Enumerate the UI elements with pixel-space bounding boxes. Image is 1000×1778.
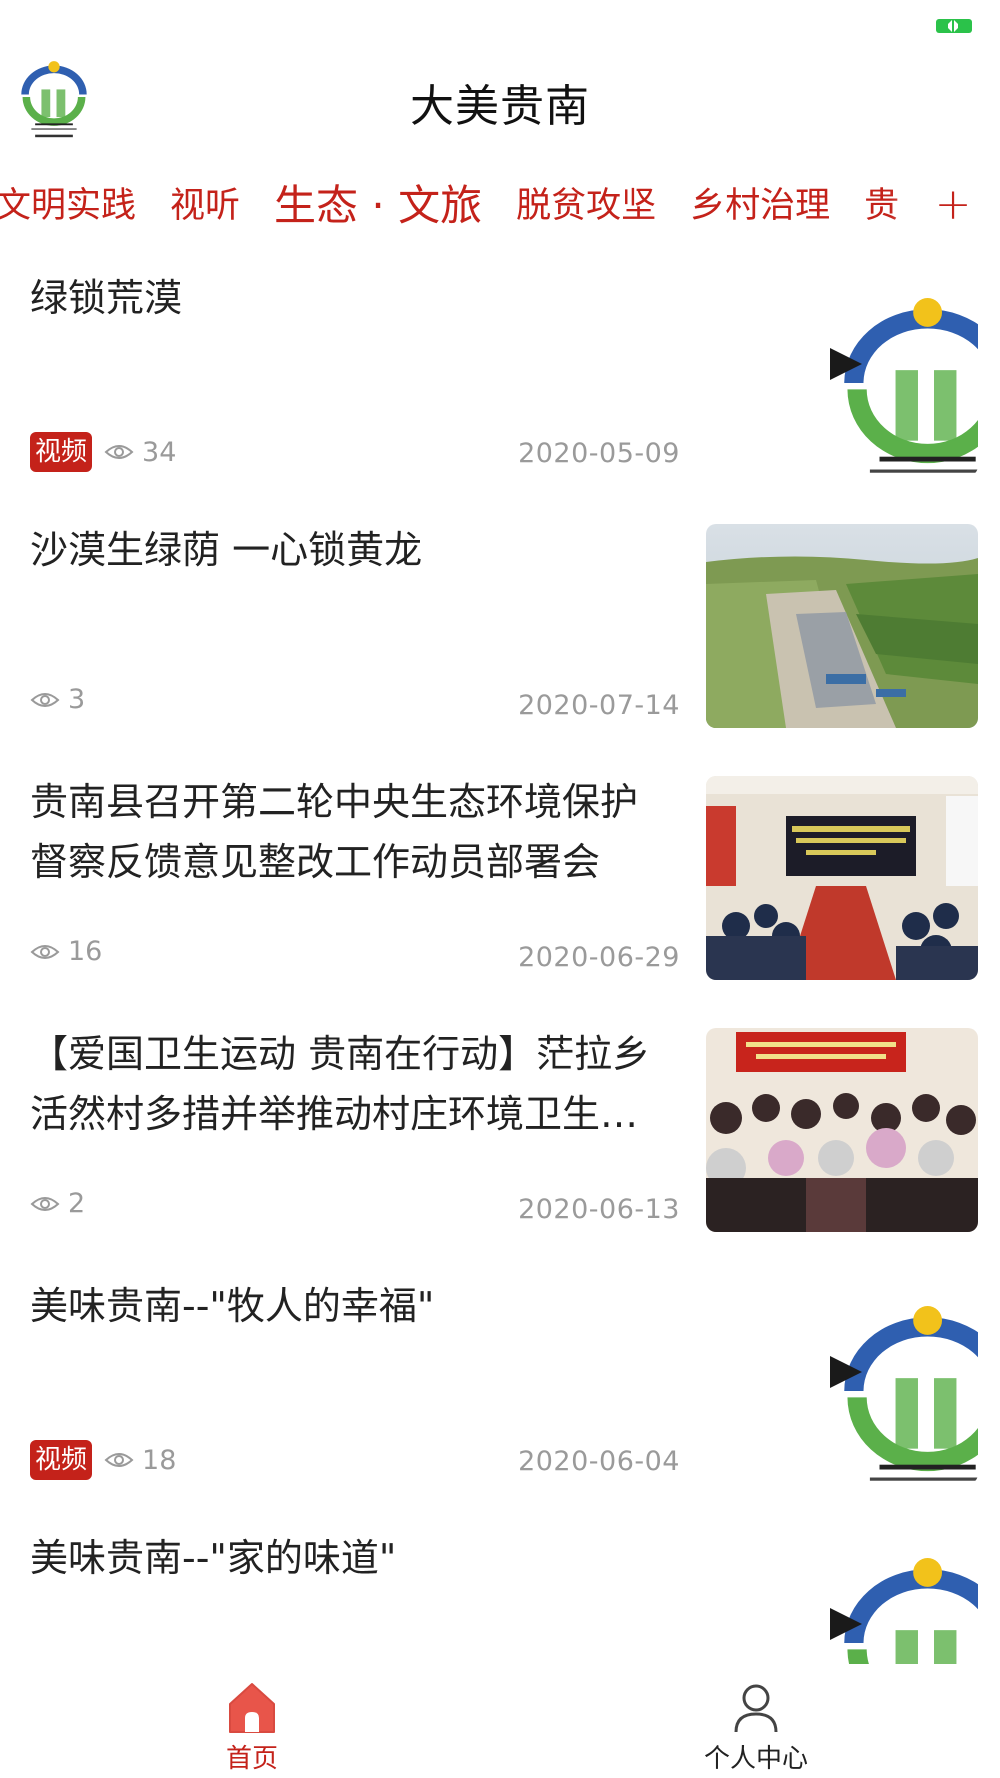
news-thumbnail[interactable]: [706, 776, 978, 980]
news-date: 2020-06-04: [518, 1446, 680, 1477]
add-channel-button[interactable]: +: [928, 180, 978, 230]
news-item[interactable]: 美味贵南--"牧人的幸福" 视频 18 2020-06-04: [0, 1260, 1000, 1512]
news-thumbnail[interactable]: [706, 272, 978, 476]
meeting-photo: [706, 776, 978, 980]
news-meta: 视频 18 2020-06-04: [30, 1440, 680, 1484]
channel-tabs-track: 文明实践 视听 生态 · 文旅 脱贫攻坚 乡村治理贵: [0, 170, 933, 242]
eye-icon: [104, 1453, 134, 1467]
aerial-photo: [706, 524, 978, 728]
view-count: 2: [68, 1188, 86, 1219]
video-thumbnail: [706, 272, 978, 476]
app-screen: 大美贵南 文明实践 视听 生态 · 文旅 脱贫攻坚 乡村治理贵 + 绿锁荒漠视频 34 20…: [0, 0, 1000, 1778]
news-title: 绿锁荒漠: [30, 276, 183, 320]
video-thumbnail: [706, 1532, 978, 1664]
news-meta: 3 2020-07-14: [30, 684, 680, 728]
news-meta: 16 2020-06-29: [30, 936, 680, 980]
news-date: 2020-05-09: [518, 438, 680, 469]
status-bar: [0, 0, 1000, 50]
eye-icon: [30, 1196, 60, 1211]
view-count: 34: [142, 436, 177, 468]
video-badge: 视频: [30, 432, 93, 472]
news-list: 绿锁荒漠视频 34 2020-05-09 沙漠生绿荫 一心锁黄龙 3 2020-07-14…: [0, 252, 1000, 1664]
tab-home[interactable]: 首页: [152, 1664, 352, 1778]
video-badge: 视频: [30, 1440, 93, 1480]
video-thumbnail: [706, 1280, 978, 1484]
news-meta: 2 2020-06-13: [30, 1188, 680, 1232]
news-thumbnail[interactable]: [706, 524, 978, 728]
news-thumbnail[interactable]: [706, 1532, 978, 1664]
news-thumbnail[interactable]: [706, 1028, 978, 1232]
view-count: 18: [142, 1444, 177, 1476]
news-meta: 视频 34 2020-05-09: [30, 432, 680, 476]
channel-tabs[interactable]: 文明实践 视听 生态 · 文旅 脱贫攻坚 乡村治理贵 +: [0, 170, 1000, 242]
battery-icon: [936, 19, 972, 33]
channel-tab[interactable]: 生态 · 文旅: [274, 170, 482, 242]
news-item[interactable]: 贵南县召开第二轮中央生态环境保护督察反馈意见整改工作动员部署会 16 2020-06…: [0, 756, 1000, 1008]
channel-tab[interactable]: 脱贫攻坚: [516, 170, 656, 242]
news-title: 【爱国卫生运动 贵南在行动】茫拉乡活然村多措并举推动村庄环境卫生整治: [30, 1032, 651, 1136]
channel-tab[interactable]: 文明实践: [0, 170, 136, 242]
tab-home-label: 首页: [225, 1744, 278, 1774]
eye-icon: [104, 445, 134, 459]
crowd-photo: [706, 1028, 978, 1232]
page-title: 大美贵南: [410, 81, 590, 132]
bottom-tab-bar: 首页 个人中心: [0, 1664, 1000, 1778]
news-title: 美味贵南--"牧人的幸福": [30, 1284, 435, 1328]
user-icon: [734, 1684, 778, 1733]
tab-profile[interactable]: 个人中心: [656, 1664, 856, 1778]
news-item[interactable]: 绿锁荒漠视频 34 2020-05-09: [0, 252, 1000, 504]
tab-profile-label: 个人中心: [703, 1744, 808, 1774]
news-date: 2020-06-29: [518, 942, 680, 973]
news-title: 沙漠生绿荫 一心锁黄龙: [30, 528, 423, 572]
news-item[interactable]: 【爱国卫生运动 贵南在行动】茫拉乡活然村多措并举推动村庄环境卫生整治 2 2020-…: [0, 1008, 1000, 1260]
news-item[interactable]: 美味贵南--"家的味道": [0, 1512, 1000, 1664]
news-thumbnail[interactable]: [706, 1280, 978, 1484]
news-title: 美味贵南--"家的味道": [30, 1536, 397, 1580]
app-header: 大美贵南: [0, 50, 1000, 180]
eye-icon: [30, 692, 60, 707]
home-icon: [229, 1683, 275, 1733]
eye-icon: [30, 944, 60, 959]
news-date: 2020-06-13: [518, 1194, 680, 1225]
news-title: 贵南县召开第二轮中央生态环境保护督察反馈意见整改工作动员部署会: [30, 780, 639, 884]
view-count: 3: [68, 684, 86, 715]
news-date: 2020-07-14: [518, 690, 680, 721]
channel-tab[interactable]: 视听: [170, 170, 240, 242]
channel-tab[interactable]: 乡村治理: [690, 170, 830, 242]
view-count: 16: [68, 936, 103, 967]
news-item[interactable]: 沙漠生绿荫 一心锁黄龙 3 2020-07-14: [0, 504, 1000, 756]
